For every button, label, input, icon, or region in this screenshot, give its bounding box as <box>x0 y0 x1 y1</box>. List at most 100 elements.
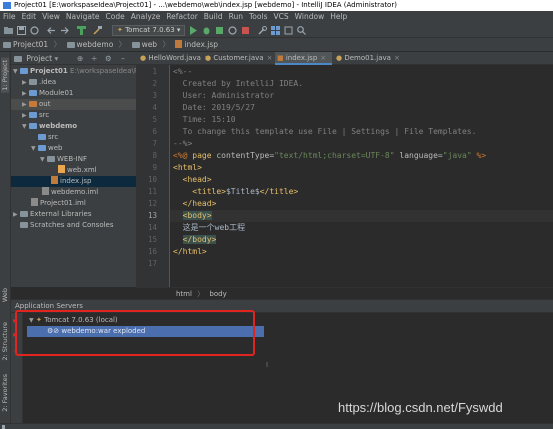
tab-demo01-java[interactable]: ● Demo01.java × <box>334 52 400 65</box>
project-structure-icon[interactable] <box>271 26 280 35</box>
menu-tools[interactable]: Tools <box>246 11 270 23</box>
sync-icon[interactable] <box>30 26 39 35</box>
excluded-folder-icon <box>29 101 37 107</box>
target-icon[interactable]: ⊕ <box>77 52 83 65</box>
line-number: 4 <box>152 103 157 112</box>
tree-item-index-jsp[interactable]: index.jsp <box>11 176 136 187</box>
project-view-select[interactable]: Project <box>26 54 52 63</box>
settings-wrench-icon[interactable] <box>258 26 267 35</box>
close-tab-icon[interactable]: × <box>320 54 326 62</box>
tree-item-scratches[interactable]: Scratches and Consoles <box>11 220 136 231</box>
open-folder-icon[interactable] <box>4 26 13 35</box>
crumb-html[interactable]: html <box>176 290 192 298</box>
menu-file[interactable]: File <box>0 11 19 23</box>
code-line: Date: 2019/5/27 <box>173 103 255 112</box>
tab-index-jsp[interactable]: ■ index.jsp × <box>275 52 332 65</box>
gear-icon[interactable]: ⚙ <box>105 52 112 65</box>
back-arrow-icon[interactable] <box>47 26 56 35</box>
java-class-icon: ● <box>336 54 343 62</box>
menu-navigate[interactable]: Navigate <box>63 11 103 23</box>
code-line: <body> <box>182 211 212 220</box>
collapsed-arrow-icon: ▶ <box>13 211 18 218</box>
stop-icon[interactable] <box>241 26 250 35</box>
breadcrumb-project[interactable]: Project01 <box>3 38 48 52</box>
sdk-icon[interactable] <box>284 26 293 35</box>
expanded-arrow-icon: ▼ <box>13 68 18 75</box>
hammer-icon[interactable] <box>93 26 102 35</box>
debug-icon[interactable] <box>202 26 211 35</box>
close-tab-icon[interactable]: × <box>394 54 400 62</box>
hide-panel-icon[interactable]: – <box>121 52 125 65</box>
build-hammer-icon[interactable] <box>77 26 86 35</box>
run-icon[interactable] <box>189 26 198 35</box>
line-number: 6 <box>152 127 157 136</box>
tree-item-webdemo[interactable]: ▼ webdemo <box>11 121 136 132</box>
forward-arrow-icon[interactable] <box>60 26 69 35</box>
menu-window[interactable]: Window <box>292 11 328 23</box>
folder-icon <box>131 42 140 48</box>
editor-tab-bar: ● HelloWord.java × ● Customer.java × ■ ind… <box>136 52 553 65</box>
tree-item-src[interactable]: ▶ src <box>11 110 136 121</box>
tree-item-web-xml[interactable]: web.xml <box>11 165 136 176</box>
menu-edit[interactable]: Edit <box>19 11 40 23</box>
menu-refactor[interactable]: Refactor <box>163 11 200 23</box>
line-number: 9 <box>152 163 157 172</box>
breadcrumb-file[interactable]: index.jsp <box>175 38 218 52</box>
menu-vcs[interactable]: VCS <box>270 11 291 23</box>
tree-item-webdemo-src[interactable]: src <box>11 132 136 143</box>
code-line: <head> <box>182 175 212 184</box>
tree-item-webdemo-iml[interactable]: webdemo.iml <box>11 187 136 198</box>
line-number: 14 <box>147 223 157 232</box>
menu-run[interactable]: Run <box>226 11 246 23</box>
tree-item-module01[interactable]: ▶ Module01 <box>11 88 136 99</box>
tree-item-project01-iml[interactable]: Project01.iml <box>11 198 136 209</box>
expanded-arrow-icon: ▼ <box>31 145 36 152</box>
menu-help[interactable]: Help <box>327 11 350 23</box>
search-everywhere-icon[interactable] <box>297 26 306 35</box>
code-line: <html> <box>173 163 202 172</box>
crumb-body[interactable]: body <box>209 290 226 298</box>
tree-item-idea[interactable]: ▶ .idea <box>11 77 136 88</box>
tree-item-out[interactable]: ▶ out <box>11 99 136 110</box>
main-toolbar: ✦ Tomcat 7.0.63 ▾ <box>0 23 553 38</box>
watermark: https://blog.csdn.net/Fyswdd <box>338 400 503 415</box>
tree-item-project01[interactable]: ▼ Project01 E:\workspaseIdea\Pr <box>11 66 136 77</box>
favorites-tool-button[interactable]: 2: Favorites <box>1 374 9 412</box>
structure-tool-button[interactable]: 2: Structure <box>1 322 9 361</box>
web-tool-button[interactable]: Web <box>1 288 9 302</box>
jsp-file-icon: ■ <box>277 54 284 62</box>
folder-icon <box>3 42 11 48</box>
tab-helloword-java[interactable]: ● HelloWord.java × <box>138 52 210 65</box>
navigation-bar: Project01 〉 webdemo 〉 web 〉 index.jsp <box>0 38 553 52</box>
save-icon[interactable] <box>17 26 26 35</box>
text-cursor-icon: I <box>266 361 269 369</box>
close-tab-icon[interactable]: × <box>267 54 273 62</box>
menu-view[interactable]: View <box>39 11 63 23</box>
menu-analyze[interactable]: Analyze <box>128 11 164 23</box>
line-number: 7 <box>152 139 157 148</box>
tab-customer-java[interactable]: ● Customer.java × <box>203 52 273 65</box>
run-configuration-select[interactable]: ✦ Tomcat 7.0.63 ▾ <box>112 25 186 36</box>
status-toggle-icon[interactable] <box>2 425 5 429</box>
collapse-icon[interactable]: ÷ <box>91 52 97 65</box>
tree-item-external-libraries[interactable]: ▶ External Libraries <box>11 209 136 220</box>
intellij-app-icon <box>3 2 11 9</box>
menu-build[interactable]: Build <box>201 11 226 23</box>
status-bar <box>0 423 553 429</box>
editor-breadcrumbs: html 〉 body <box>136 287 553 299</box>
code-line: <%@ page contentType="text/html;charset=… <box>173 151 487 160</box>
iml-file-icon <box>31 198 38 206</box>
editor-gutter: 1 2 3 4 5 6 7 8 9 10 11 12 13 14 15 16 17 <box>136 65 170 287</box>
project-tool-button[interactable]: 1: Project <box>1 58 9 93</box>
source-folder-icon <box>29 112 37 118</box>
tree-item-web[interactable]: ▼ web <box>11 143 136 154</box>
menu-code[interactable]: Code <box>103 11 128 23</box>
coverage-icon[interactable] <box>215 26 224 35</box>
breadcrumb-folder[interactable]: web <box>131 38 157 52</box>
line-number: 2 <box>152 79 157 88</box>
module-folder-icon <box>29 123 37 129</box>
profile-icon[interactable] <box>228 26 237 35</box>
tree-item-web-inf[interactable]: ▼ WEB-INF <box>11 154 136 165</box>
breadcrumb-module[interactable]: webdemo <box>66 38 113 52</box>
code-editor[interactable]: 1 2 3 4 5 6 7 8 9 10 11 12 13 14 15 16 17 <%-- Created b… <box>136 65 553 287</box>
